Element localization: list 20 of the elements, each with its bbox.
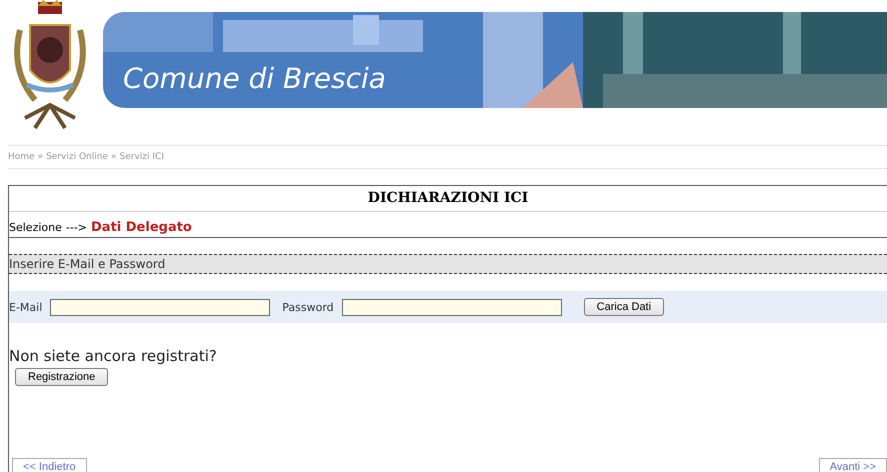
current-step: Dati Delegato xyxy=(91,220,192,235)
banner-title: Comune di Brescia xyxy=(123,62,386,95)
back-button[interactable]: << Indietro xyxy=(12,458,87,472)
breadcrumb-link[interactable]: Servizi Online xyxy=(46,152,108,162)
field-label: Password xyxy=(282,300,334,314)
breadcrumb-link[interactable]: Servizi ICI xyxy=(120,152,164,162)
load-button[interactable]: Carica Dati xyxy=(584,298,664,316)
step-arrow: ---> xyxy=(66,221,87,234)
section-header: Inserire E-Mail e Password xyxy=(9,254,887,274)
breadcrumb-separator: » xyxy=(38,152,44,162)
next-button[interactable]: Avanti >> xyxy=(818,458,887,472)
register-button[interactable]: Registrazione xyxy=(15,368,108,386)
breadcrumb-link[interactable]: Home xyxy=(8,152,35,162)
step-label: Selezione xyxy=(9,221,62,234)
breadcrumb-separator: » xyxy=(111,152,117,162)
field-label: E-Mail xyxy=(9,300,42,314)
page-title: DICHIARAZIONI ICI xyxy=(9,186,887,212)
input-field[interactable] xyxy=(50,298,270,316)
register-question: Non siete ancora registrati? xyxy=(9,347,218,365)
input-field[interactable] xyxy=(342,298,562,316)
